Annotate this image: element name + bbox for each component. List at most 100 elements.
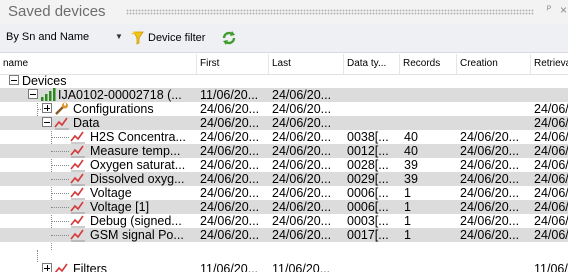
datatype-cell: 0038[...: [347, 130, 389, 144]
last-cell: 24/06/20...: [272, 214, 332, 228]
refresh-icon[interactable]: [220, 29, 238, 47]
first-cell: 24/06/20...: [200, 214, 260, 228]
creation-cell: 24/06/20...: [460, 130, 520, 144]
tree-row-series[interactable]: Oxygen saturat... 24/06/20... 24/06/20..…: [0, 158, 568, 172]
data-curve-icon: [54, 263, 68, 272]
tree-row-configurations[interactable]: Configurations 24/06/20... 24/06/20... 2…: [0, 102, 568, 116]
datatype-cell: 0029[...: [347, 172, 389, 186]
tree-row-series[interactable]: Voltage 24/06/20... 24/06/20... 0006[...…: [0, 186, 568, 200]
records-cell: 1: [404, 186, 411, 200]
data-curve-icon: [54, 117, 69, 130]
panel-title: Saved devices: [8, 3, 106, 20]
tree-row-series[interactable]: H2S Concentra... 24/06/20... 24/06/20...…: [0, 130, 568, 144]
tree-node-label: Debug (signed...: [90, 214, 182, 228]
last-cell: 24/06/20...: [272, 130, 332, 144]
device-filter-button[interactable]: Device filter: [131, 28, 205, 48]
signal-bars-icon: [41, 88, 56, 101]
pin-icon[interactable]: ᴾ: [547, 5, 551, 16]
tree-node-label: GSM signal Po...: [90, 228, 184, 242]
collapse-toggle[interactable]: [42, 117, 52, 127]
first-cell: 24/06/20...: [200, 200, 260, 214]
titlebar-grip[interactable]: [126, 9, 534, 15]
data-curve-icon: [70, 173, 85, 186]
funnel-icon: [131, 31, 144, 45]
collapse-toggle[interactable]: [28, 89, 38, 99]
tree-row-series[interactable]: GSM signal Po... 24/06/20... 24/06/20...…: [0, 228, 568, 242]
retrieval-cell: 24/06/: [534, 186, 568, 200]
last-cell: 24/06/20...: [272, 228, 332, 242]
tree-node-label: Dissolved oxyg...: [90, 172, 185, 186]
data-curve-icon: [70, 215, 85, 228]
retrieval-cell: 24/06/: [534, 102, 568, 116]
wrench-icon: [55, 102, 68, 115]
retrieval-cell: 24/06/: [534, 144, 568, 158]
data-curve-icon: [70, 201, 85, 214]
first-cell: 24/06/20...: [200, 172, 260, 186]
last-cell: 24/06/20...: [272, 116, 332, 130]
tree-node-label: Configurations: [73, 102, 154, 116]
toolbar: By Sn and Name ▼ Device filter: [0, 24, 568, 53]
creation-cell: 24/06/20...: [460, 158, 520, 172]
creation-cell: 24/06/20...: [460, 186, 520, 200]
tree-row-series[interactable]: Voltage [1] 24/06/20... 24/06/20... 0006…: [0, 200, 568, 214]
tree-node-label: Measure temp...: [90, 144, 181, 158]
tree-row-series[interactable]: Dissolved oxyg... 24/06/20... 24/06/20..…: [0, 172, 568, 186]
column-header: name First Last Data ty... Records Creat…: [0, 54, 568, 75]
records-cell: 39: [404, 158, 418, 172]
last-cell: 24/06/20...: [272, 200, 332, 214]
tree-row-series[interactable]: Measure temp... 24/06/20... 24/06/20... …: [0, 144, 568, 158]
column-header-retrieval[interactable]: Retrieva: [534, 58, 568, 69]
device-tree: Devices IJA0102-00002718 (... 11/06/20..…: [0, 74, 568, 272]
data-curve-icon: [70, 145, 85, 158]
tree-node-label: Voltage: [90, 186, 132, 200]
tree-row-devices[interactable]: Devices: [0, 74, 568, 88]
close-icon[interactable]: ×: [560, 3, 567, 17]
tree-row-data[interactable]: Data 24/06/20... 24/06/20... 24/06/: [0, 116, 568, 130]
column-header-creation[interactable]: Creation: [460, 58, 498, 69]
creation-cell: 24/06/20...: [460, 200, 520, 214]
last-cell: 24/06/20...: [272, 158, 332, 172]
retrieval-cell: 24/06/: [534, 214, 568, 228]
records-cell: 39: [404, 172, 418, 186]
first-cell: 11/06/20...: [200, 262, 259, 272]
device-filter-label: Device filter: [148, 32, 206, 44]
retrieval-cell: 11/06/: [534, 262, 568, 272]
first-cell: 24/06/20...: [200, 102, 260, 116]
panel-titlebar: Saved devices ᴾ ×: [0, 0, 568, 24]
tree-row-series[interactable]: Debug (signed... 24/06/20... 24/06/20...…: [0, 214, 568, 228]
retrieval-cell: 24/06/: [534, 130, 568, 144]
records-cell: 1: [404, 228, 411, 242]
last-cell: 24/06/20...: [272, 186, 332, 200]
column-header-records[interactable]: Records: [403, 58, 440, 69]
column-header-first[interactable]: First: [200, 58, 219, 69]
expand-toggle[interactable]: [42, 263, 52, 272]
sort-mode-select[interactable]: By Sn and Name: [6, 31, 89, 43]
creation-cell: 24/06/20...: [460, 172, 520, 186]
last-cell: 24/06/20...: [272, 144, 332, 158]
records-cell: 1: [404, 214, 411, 228]
last-cell: 24/06/20...: [272, 102, 332, 116]
column-header-datatype[interactable]: Data ty...: [347, 58, 386, 69]
first-cell: 11/06/20...: [200, 88, 259, 102]
data-curve-icon: [70, 187, 85, 200]
tree-row-device[interactable]: IJA0102-00002718 (... 11/06/20... 24/06/…: [0, 88, 568, 102]
tree-node-label: Devices: [22, 74, 67, 88]
column-header-name[interactable]: name: [3, 58, 28, 69]
datatype-cell: 0006[...: [347, 200, 389, 214]
expand-toggle[interactable]: [42, 103, 52, 113]
first-cell: 24/06/20...: [200, 158, 260, 172]
chevron-down-icon[interactable]: ▼: [115, 32, 123, 41]
creation-cell: 24/06/20...: [460, 228, 520, 242]
records-cell: 1: [404, 200, 411, 214]
creation-cell: 24/06/20...: [460, 214, 520, 228]
retrieval-cell: 24/06/: [534, 116, 568, 130]
column-header-last[interactable]: Last: [272, 58, 291, 69]
records-cell: 40: [404, 130, 418, 144]
collapse-toggle[interactable]: [9, 75, 19, 85]
datatype-cell: 0006[...: [347, 186, 389, 200]
retrieval-cell: 24/06/: [534, 158, 568, 172]
creation-cell: 24/06/20...: [460, 144, 520, 158]
tree-row-filters[interactable]: Filters 11/06/20... 11/06/20... 11/06/: [0, 262, 568, 272]
first-cell: 24/06/20...: [200, 130, 260, 144]
tree-node-label: Data: [73, 116, 100, 130]
